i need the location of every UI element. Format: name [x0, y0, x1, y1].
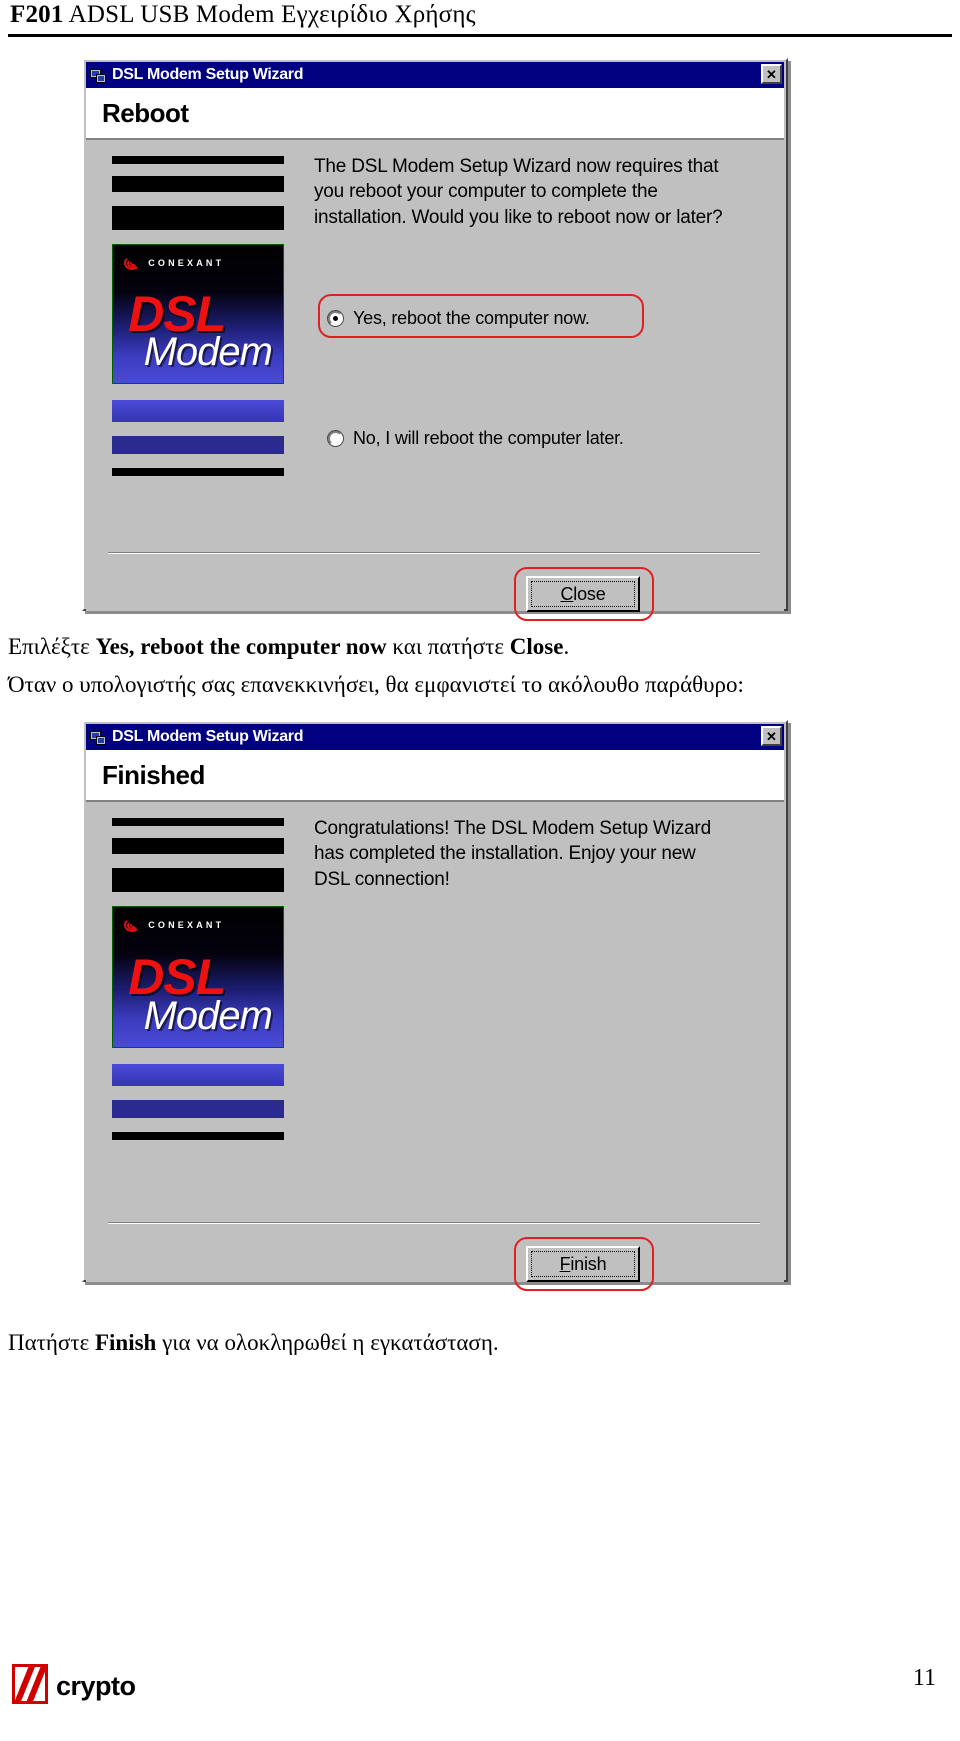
caption-press-finish: Πατήστε Finish για να ολοκληρωθεί η εγκα… — [8, 1330, 499, 1356]
caption1-part2: και πατήστε — [386, 634, 510, 659]
wizard-step-header-finished: Finished — [86, 750, 784, 802]
titlebar-title: DSL Modem Setup Wizard — [112, 728, 304, 745]
finish-button[interactable]: Finish — [526, 1246, 640, 1282]
caption2-bold1: Finish — [94, 1330, 157, 1355]
banner-bar-6 — [112, 468, 284, 476]
logo-modem-text: Modem — [143, 993, 273, 1038]
dialog-reboot: DSL Modem Setup Wizard ✕ Reboot CONEXANT… — [82, 58, 788, 621]
page-number: 11 — [912, 1665, 936, 1691]
banner-bar-6 — [112, 1132, 284, 1140]
titlebar-reboot[interactable]: DSL Modem Setup Wizard ✕ — [86, 62, 784, 88]
titlebar-title: DSL Modem Setup Wizard — [112, 66, 304, 83]
wizard-banner-reboot: CONEXANT DSL Modem — [108, 154, 284, 594]
conexant-brand-row: CONEXANT — [123, 255, 276, 272]
banner-bar-5 — [112, 436, 284, 454]
logo-modem-text: Modem — [143, 329, 273, 374]
conexant-dsl-modem-logo: CONEXANT DSL Modem — [112, 906, 284, 1048]
wizard-step-title: Reboot — [102, 97, 189, 128]
caption2-part2: για να ολοκληρωθεί η εγκατάσταση. — [156, 1330, 499, 1355]
conexant-brand-row: CONEXANT — [123, 917, 276, 934]
caption2-part1: Πατήστε — [8, 1330, 95, 1355]
conexant-swirl-icon — [123, 255, 143, 272]
close-button-label: Close — [560, 583, 606, 604]
crypto-mark-icon — [12, 1664, 48, 1704]
banner-bar-1 — [112, 156, 284, 164]
wizard-banner-finished: CONEXANT DSL Modem — [108, 816, 284, 1266]
header-title-rest: ADSL USB Modem Εγχειρίδιο Χρήσης — [63, 1, 476, 28]
finish-button-label: Finish — [559, 1253, 607, 1274]
banner-bar-3 — [112, 206, 284, 230]
conexant-dsl-modem-logo: CONEXANT DSL Modem — [112, 244, 284, 384]
header-divider — [8, 34, 952, 37]
conexant-swirl-icon — [123, 917, 143, 934]
crypto-logo: crypto — [10, 1662, 160, 1708]
caption-select-yes: Επιλέξτε Yes, reboot the computer now κα… — [8, 634, 569, 660]
radio-option-reboot-now[interactable]: Yes, reboot the computer now. — [328, 308, 590, 329]
caption1-part3: . — [563, 634, 570, 659]
page-running-header: F201 ADSL USB Modem Εγχειρίδιο Χρήσης — [8, 0, 952, 40]
banner-bar-5 — [112, 1100, 284, 1118]
modem-setup-icon — [90, 67, 107, 84]
window-close-button[interactable]: ✕ — [761, 64, 782, 84]
banner-bar-2 — [112, 176, 284, 192]
caption-after-restart: Όταν ο υπολογιστής σας επανεκκινήσει, θα… — [8, 672, 744, 697]
radio-label-yes: Yes, reboot the computer now. — [353, 308, 590, 328]
banner-bar-2 — [112, 838, 284, 854]
dialog-separator-reboot — [108, 552, 760, 554]
banner-bar-3 — [112, 868, 284, 892]
conexant-wordmark: CONEXANT — [148, 920, 225, 931]
banner-bar-4 — [112, 1064, 284, 1086]
header-title-model: F201 — [10, 1, 64, 28]
crypto-wordmark: crypto — [56, 1671, 136, 1701]
caption1-part1: Επιλέξτε — [8, 634, 96, 659]
radio-option-reboot-later[interactable]: No, I will reboot the computer later. — [328, 428, 624, 449]
radio-indicator-yes[interactable] — [328, 311, 343, 326]
caption1-bold2: Close — [509, 634, 564, 659]
wizard-step-header-reboot: Reboot — [86, 88, 784, 140]
dialog-body-finished: CONEXANT DSL Modem Congratulations! The … — [86, 802, 784, 1291]
radio-indicator-no[interactable] — [328, 431, 343, 446]
caption1-bold1: Yes, reboot the computer now — [95, 634, 387, 659]
wizard-step-title: Finished — [102, 759, 205, 790]
modem-setup-icon — [90, 729, 107, 746]
dialog-message-reboot: The DSL Modem Setup Wizard now requires … — [314, 156, 723, 228]
conexant-wordmark: CONEXANT — [148, 258, 225, 269]
dialog-finished: DSL Modem Setup Wizard ✕ Finished CONEXA… — [82, 720, 788, 1291]
dialog-separator-finished — [108, 1222, 760, 1224]
banner-bar-4 — [112, 400, 284, 422]
banner-bar-1 — [112, 818, 284, 826]
window-close-button[interactable]: ✕ — [761, 726, 782, 746]
dialog-message-finished: Congratulations! The DSL Modem Setup Wiz… — [314, 818, 711, 890]
header-title: F201 ADSL USB Modem Εγχειρίδιο Χρήσης — [10, 1, 476, 29]
dialog-body-reboot: CONEXANT DSL Modem The DSL Modem Setup W… — [86, 140, 784, 621]
close-button[interactable]: Close — [526, 576, 640, 612]
radio-label-no: No, I will reboot the computer later. — [353, 428, 624, 448]
titlebar-finished[interactable]: DSL Modem Setup Wizard ✕ — [86, 724, 784, 750]
